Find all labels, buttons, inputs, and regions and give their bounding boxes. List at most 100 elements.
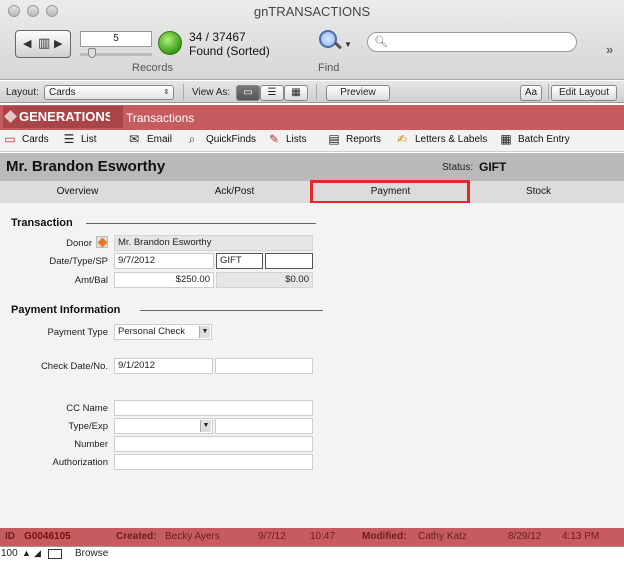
form-view-icon[interactable]: ▭ — [236, 85, 260, 101]
breadcrumb-arrow — [110, 106, 120, 128]
date-type-sp-label: Date/Type/SP — [49, 256, 108, 267]
modified-label: Modified: — [362, 531, 407, 542]
diamond-icon — [97, 237, 108, 248]
sp-field[interactable] — [265, 253, 313, 269]
nav-list[interactable]: List — [81, 134, 97, 145]
payment-type-label: Payment Type — [47, 327, 108, 338]
record-slider-handle[interactable] — [88, 48, 96, 58]
cc-name-label: CC Name — [66, 403, 108, 414]
divider — [548, 84, 549, 100]
report-icon: ▤ — [328, 132, 340, 146]
nav-reports[interactable]: Reports — [346, 134, 381, 145]
payment-tab-highlight — [310, 180, 470, 204]
quickfind-icon: ⌕ — [188, 132, 196, 146]
payment-heading: Payment Information — [11, 304, 121, 316]
dropdown-arrow-icon: ▼ — [199, 326, 210, 338]
id-value: G0046105 — [24, 531, 71, 542]
payment-type-select[interactable]: Personal Check ▼ — [114, 324, 212, 340]
envelope-icon: ✉ — [128, 132, 140, 146]
tab-ack-post[interactable]: Ack/Post — [187, 186, 282, 197]
current-record-input[interactable]: 5 — [80, 31, 152, 47]
check-number-field[interactable] — [215, 358, 313, 374]
amount-field[interactable]: $250.00 — [114, 272, 214, 288]
dropdown-arrow-icon: ▼ — [200, 420, 211, 432]
section-divider — [140, 310, 323, 311]
modified-date: 8/29/12 — [508, 531, 542, 542]
type-field[interactable]: GIFT — [216, 253, 263, 269]
id-label: ID — [5, 531, 15, 542]
created-time: 10:47 — [310, 531, 336, 542]
donor-link-button[interactable] — [96, 236, 108, 248]
found-set-pie-icon[interactable] — [158, 31, 182, 55]
amt-bal-label: Amt/Bal — [74, 275, 108, 286]
font-size-button[interactable]: Aa — [520, 85, 542, 101]
created-label: Created: — [116, 531, 157, 542]
list-view-icon[interactable]: ☰ — [260, 85, 284, 101]
zoom-level[interactable]: 100 — [1, 548, 18, 559]
cc-number-field[interactable] — [114, 436, 313, 452]
created-date: 9/7/12 — [258, 531, 286, 542]
authorization-field[interactable] — [114, 454, 313, 470]
mode-indicator[interactable]: Browse — [75, 548, 108, 559]
donor-field[interactable]: Mr. Brandon Esworthy — [114, 235, 313, 251]
divider — [183, 84, 184, 100]
balance-field: $0.00 — [216, 272, 313, 288]
tab-stock[interactable]: Stock — [491, 186, 586, 197]
record-count: 34 / 37467 — [189, 30, 246, 44]
layout-select-value: Cards — [49, 87, 76, 98]
table-view-icon[interactable]: ▦ — [284, 85, 308, 101]
generations-logo: GENERATIONS — [3, 106, 124, 128]
record-name: Mr. Brandon Esworthy — [6, 158, 166, 175]
toggle-toolbar-icon[interactable] — [48, 549, 62, 559]
zoom-in-icon[interactable]: ◢ — [34, 548, 41, 559]
cc-exp-field[interactable] — [215, 418, 313, 434]
nav-lists[interactable]: Lists — [286, 134, 307, 145]
status-label: Status: — [442, 162, 474, 173]
nav-cards[interactable]: Cards — [22, 134, 49, 145]
records-label: Records — [132, 62, 173, 74]
quick-find-input[interactable] — [367, 32, 577, 52]
list-icon: ☰ — [63, 132, 75, 146]
lists-icon: ✎ — [268, 132, 280, 146]
cards-icon: ▭ — [4, 132, 16, 146]
created-by: Becky Ayers — [165, 531, 220, 542]
layout-label: Layout: — [6, 87, 39, 98]
previous-record-icon[interactable]: ◀ — [23, 37, 31, 50]
check-date-field[interactable]: 9/1/2012 — [114, 358, 213, 374]
magnifier-icon[interactable] — [319, 30, 337, 48]
number-label: Number — [74, 439, 108, 450]
authorization-label: Authorization — [52, 457, 108, 468]
date-field[interactable]: 9/7/2012 — [114, 253, 214, 269]
nav-batch-entry[interactable]: Batch Entry — [518, 134, 570, 145]
module-title: Transactions — [126, 111, 195, 125]
tab-overview[interactable]: Overview — [30, 186, 125, 197]
nav-email[interactable]: Email — [147, 134, 172, 145]
find-dropdown-icon[interactable]: ▼ — [344, 40, 352, 49]
nav-quickfinds[interactable]: QuickFinds — [206, 134, 256, 145]
preview-button[interactable]: Preview — [326, 85, 390, 101]
view-as-label: View As: — [192, 87, 231, 98]
toolbar-overflow-icon[interactable]: » — [606, 42, 613, 57]
layout-select[interactable]: Cards ⇕ — [44, 85, 174, 100]
letters-icon: ✍ — [396, 132, 408, 146]
modified-time: 4:13 PM — [562, 531, 600, 542]
cc-name-field[interactable] — [114, 400, 313, 416]
edit-layout-button[interactable]: Edit Layout — [551, 85, 617, 101]
divider — [316, 84, 317, 100]
record-book-navigator[interactable]: ◀ ▥ ▶ — [15, 30, 71, 58]
zoom-out-icon[interactable]: ▲ — [22, 548, 31, 558]
transaction-heading: Transaction — [11, 217, 73, 229]
next-record-icon[interactable]: ▶ — [54, 37, 62, 50]
modified-by: Cathy Katz — [418, 531, 467, 542]
check-date-no-label: Check Date/No. — [40, 361, 108, 372]
cc-type-select[interactable]: ▼ — [114, 418, 213, 434]
payment-type-value: Personal Check — [118, 326, 186, 337]
window-title: gnTRANSACTIONS — [253, 4, 371, 19]
status-value: GIFT — [479, 160, 507, 174]
donor-label: Donor — [66, 238, 92, 249]
chevron-updown-icon: ⇕ — [163, 89, 170, 96]
batch-grid-icon: ▦ — [500, 132, 512, 146]
nav-letters-labels[interactable]: Letters & Labels — [415, 134, 487, 145]
find-label: Find — [318, 62, 340, 74]
search-icon: 🔍︎ — [374, 36, 388, 48]
